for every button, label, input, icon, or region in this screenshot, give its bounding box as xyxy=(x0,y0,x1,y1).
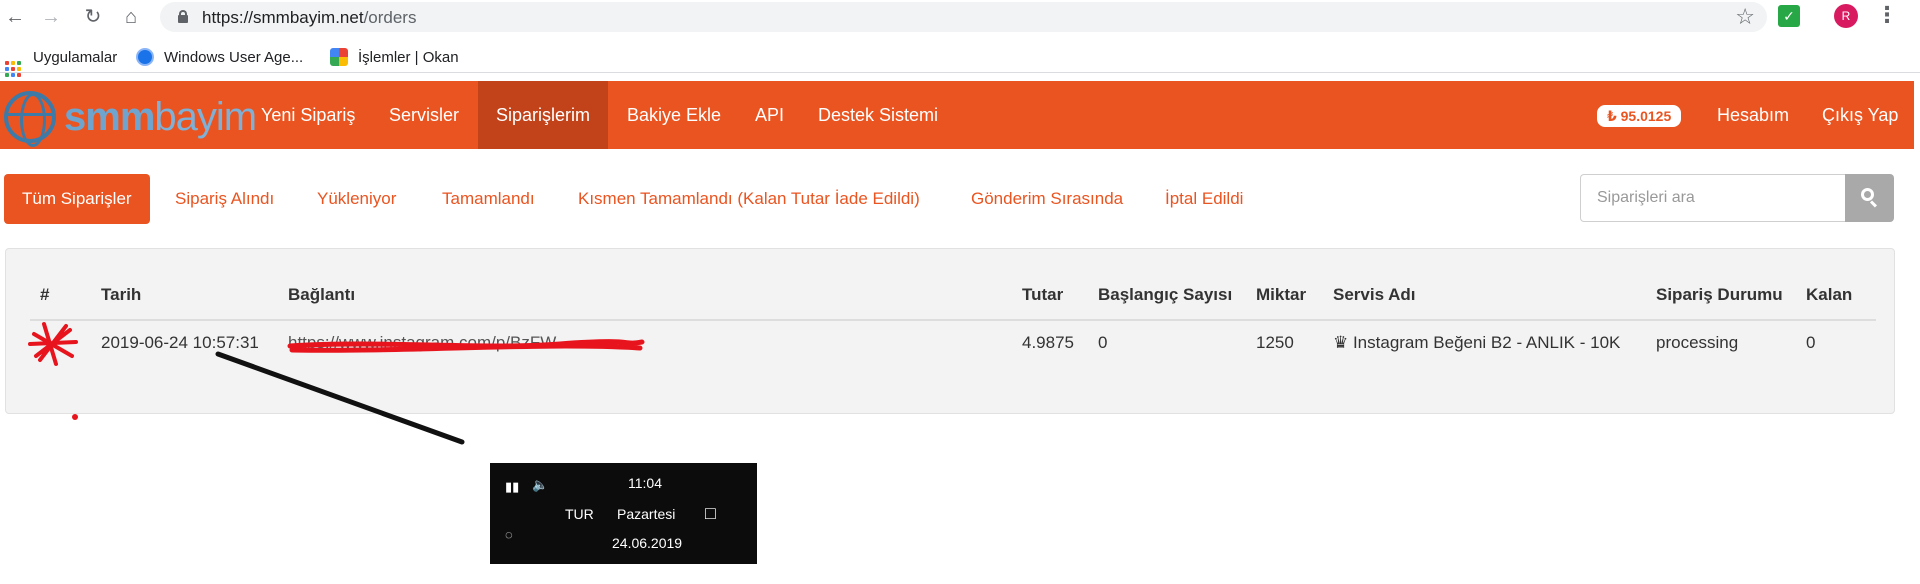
header-date: Tarih xyxy=(101,285,142,304)
nav-services[interactable]: Servisler xyxy=(389,81,459,149)
tab-completed[interactable]: Tamamlandı xyxy=(442,174,535,224)
menu-icon[interactable]: ⋮ xyxy=(1876,2,1898,28)
cell-status: processing xyxy=(1656,333,1739,352)
lock-icon xyxy=(178,10,188,23)
nav-api[interactable]: API xyxy=(755,81,784,149)
tab-partially-completed[interactable]: Kısmen Tamamlandı (Kalan Tutar İade Edil… xyxy=(578,174,920,224)
back-arrow-icon[interactable]: ← xyxy=(2,4,28,30)
colorful-logo-icon xyxy=(330,48,348,66)
tab-cancelled[interactable]: İptal Edildi xyxy=(1165,174,1243,224)
browser-toolbar: ← → ↻ ⌂ https://smmbayim.net/orders ☆ ✓ … xyxy=(0,0,1920,34)
nav-add-balance[interactable]: Bakiye Ekle xyxy=(627,81,721,149)
taskbar-time: 11:04 xyxy=(628,475,662,491)
cell-amount: 4.9875 xyxy=(1022,333,1074,352)
bookmarks-bar: Uygulamalar Windows User Age... İşlemler… xyxy=(0,41,1920,77)
header-service: Servis Adı xyxy=(1333,285,1416,304)
tab-order-received[interactable]: Sipariş Alındı xyxy=(175,174,274,224)
forward-arrow-icon[interactable]: → xyxy=(38,4,64,30)
taskbar-day: Pazartesi xyxy=(617,506,676,522)
cell-start-count: 0 xyxy=(1098,333,1108,352)
volume-icon: 🔈 xyxy=(532,477,549,492)
order-search-input[interactable] xyxy=(1580,174,1845,222)
cell-quantity: 1250 xyxy=(1256,333,1294,352)
header-quantity: Miktar xyxy=(1256,285,1307,304)
site-logo[interactable]: smmbayim xyxy=(4,91,257,147)
header-status: Sipariş Durumu xyxy=(1656,285,1783,304)
extension-icon[interactable]: ✓ xyxy=(1778,5,1800,27)
search-icon xyxy=(1861,188,1878,208)
globe-logo-icon xyxy=(4,91,56,147)
taskbar-date: 24.06.2019 xyxy=(612,535,683,551)
tab-in-progress[interactable]: Gönderim Sırasında xyxy=(971,174,1123,224)
wifi-icon: ◌ xyxy=(505,527,513,542)
header-remains: Kalan xyxy=(1806,285,1853,304)
nav-my-orders[interactable]: Siparişlerim xyxy=(478,81,609,149)
site-navbar: smmbayim Yeni Sipariş Servisler Siparişl… xyxy=(0,81,1914,149)
header-divider xyxy=(30,319,1876,321)
orders-table: # Tarih Bağlantı Tutar Başlangıç Sayısı … xyxy=(5,248,1895,414)
star-icon[interactable]: ☆ xyxy=(1735,4,1755,30)
header-amount: Tutar xyxy=(1022,285,1064,304)
battery-icon: ▮▮ xyxy=(505,479,520,494)
apps-grid-icon xyxy=(5,61,21,77)
taskbar-clock-inset: ▮▮ 🔈 ◌ 11:04 TUR Pazartesi 24.06.2019 □ xyxy=(490,463,757,564)
header-id: # xyxy=(40,285,50,304)
nav-new-order[interactable]: Yeni Sipariş xyxy=(261,81,355,149)
red-dot xyxy=(72,414,78,420)
reload-icon[interactable]: ↻ xyxy=(80,4,106,30)
url-text: https://smmbayim.net/orders xyxy=(202,8,417,27)
globe-icon xyxy=(136,48,154,66)
tab-all-orders[interactable]: Tüm Siparişler xyxy=(4,174,150,224)
nav-logout[interactable]: Çıkış Yap xyxy=(1822,81,1898,149)
home-icon[interactable]: ⌂ xyxy=(118,4,144,30)
bookmark-windows-user-agent[interactable]: Windows User Age... xyxy=(136,47,303,69)
notification-icon: □ xyxy=(705,503,716,523)
header-link: Bağlantı xyxy=(288,285,356,304)
header-start-count: Başlangıç Sayısı xyxy=(1098,285,1233,304)
order-filter-bar: Tüm Siparişler Sipariş Alındı Yükleniyor… xyxy=(0,174,1920,224)
cell-remains: 0 xyxy=(1806,333,1816,352)
balance-badge: ₺ 95.0125 xyxy=(1597,105,1682,127)
profile-icon[interactable]: R xyxy=(1834,4,1858,28)
tab-loading[interactable]: Yükleniyor xyxy=(317,174,396,224)
search-button[interactable] xyxy=(1845,174,1894,222)
cell-link[interactable]: https://www.instagram.com/p/BzFW... xyxy=(288,333,648,353)
bookmark-islemler-okan[interactable]: İşlemler | Okan xyxy=(330,47,459,69)
cell-service: ♛ Instagram Beğeni B2 - ANLIK - 10K xyxy=(1333,333,1621,352)
taskbar-language: TUR xyxy=(565,506,594,522)
nav-account[interactable]: Hesabım xyxy=(1717,81,1789,149)
nav-support[interactable]: Destek Sistemi xyxy=(818,81,938,149)
cell-date: 2019-06-24 10:57:31 xyxy=(101,333,259,352)
bookmark-apps[interactable]: Uygulamalar xyxy=(5,47,117,77)
address-bar[interactable]: https://smmbayim.net/orders ☆ xyxy=(160,2,1767,32)
